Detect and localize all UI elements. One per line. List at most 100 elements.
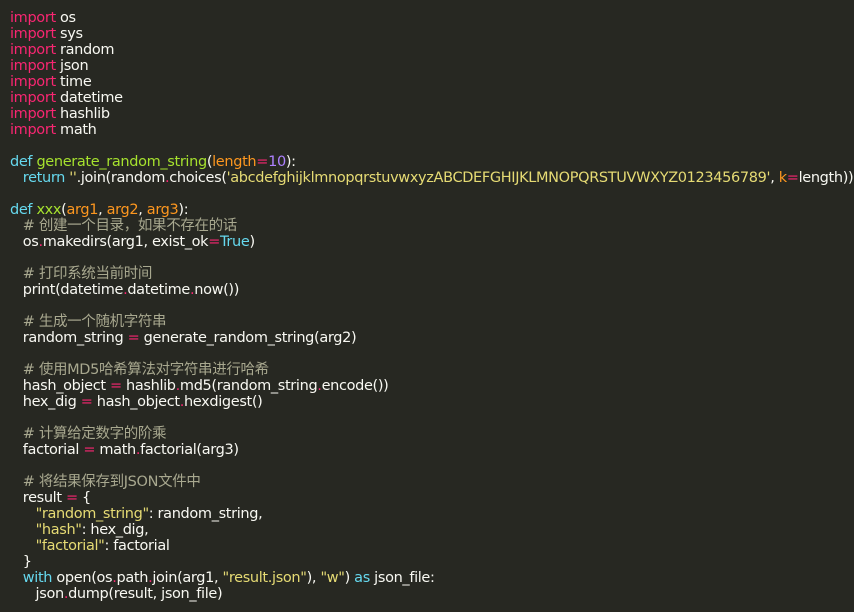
code-token: = [80,394,93,410]
code-line: # 打印系统当前时间 [10,266,854,282]
code-token: arg3 [146,202,179,218]
code-token: os [55,10,76,26]
code-line: with open(os.path.join(arg1, "result.jso… [10,570,854,586]
code-token: datetime [127,282,190,298]
code-line: import os [10,10,854,26]
code-token: True [220,234,250,250]
code-token: .join(random [76,170,166,186]
code-token: # 生成一个随机字符串 [22,314,167,330]
code-token: print(datetime [10,282,124,298]
code-token: dump(result, json_file) [68,586,223,602]
code-token: import [10,106,56,122]
code-token: # 使用MD5哈希算法对字符串进行哈希 [22,362,269,378]
code-line: # 将结果保存到JSON文件中 [10,474,854,490]
code-token: generate_random_string [36,154,207,170]
code-editor[interactable]: import os import sys import random import j… [0,0,854,612]
code-token: math [55,122,97,138]
code-token: # 将结果保存到JSON文件中 [22,474,201,490]
code-line: def generate_random_string(length=10): [10,154,854,170]
code-line: # 使用MD5哈希算法对字符串进行哈希 [10,362,854,378]
code-token: # 计算给定数字的阶乘 [22,426,167,442]
code-token: "factorial" [35,538,105,554]
code-token: ) [249,234,255,250]
code-token: json [10,586,65,602]
code-token: : hex_dig, [81,522,149,538]
code-token: import [10,122,56,138]
code-token: ), [306,570,321,586]
code-token: length)) [798,170,854,186]
code-token: 10 [268,154,286,170]
code-token: k [778,170,787,186]
code-token: hash_object [92,394,180,410]
code-line: "random_string": random_string, [10,506,854,522]
code-token: now()) [194,282,240,298]
code-token: import [10,42,56,58]
code-token: join(arg1, [152,570,223,586]
code-token: def [10,202,33,218]
code-token: factorial(arg3) [140,442,239,458]
code-line: import math [10,122,854,138]
code-token: encode()) [321,378,389,394]
code-token: os [10,234,39,250]
code-line: import random [10,42,854,58]
code-token: = [786,170,799,186]
code-token: json [55,58,89,74]
code-line: os.makedirs(arg1, exist_ok=True) [10,234,854,250]
code-token: } [10,554,32,570]
code-token: , [98,202,107,218]
code-token: import [10,74,56,90]
code-line: hash_object = hashlib.md5(random_string.… [10,378,854,394]
code-line: import time [10,74,854,90]
code-token: '' [69,170,77,186]
code-token: = [109,378,122,394]
code-token: arg1 [66,202,99,218]
code-token: with [22,570,53,586]
code-token: ): [285,154,296,170]
code-token: { [77,490,91,506]
code-token: : factorial [104,538,170,554]
code-token: import [10,90,56,106]
code-token: import [10,10,56,26]
code-token: choices( [169,170,227,186]
code-token: return [22,170,66,186]
code-token: = [65,490,78,506]
code-token: path [116,570,149,586]
code-line: import sys [10,26,854,42]
code-token: time [55,74,92,90]
code-line: result = { [10,490,854,506]
code-token: "random_string" [35,506,150,522]
code-token: "hash" [35,522,82,538]
code-token: length [212,154,257,170]
code-token: hashlib [121,378,176,394]
code-line: # 生成一个随机字符串 [10,314,854,330]
code-token: datetime [55,90,123,106]
code-line: import hashlib [10,106,854,122]
code-token: = [256,154,269,170]
code-token: , [138,202,147,218]
code-token: , [770,170,779,186]
code-token: # 创建一个目录，如果不存在的话 [22,218,238,234]
code-line: } [10,554,854,570]
code-token: random_string [10,330,128,346]
code-line: json.dump(result, json_file) [10,586,854,602]
code-token: = [208,234,221,250]
code-line: print(datetime.datetime.now()) [10,282,854,298]
code-token: : random_string, [148,506,263,522]
code-token: factorial [10,442,84,458]
code-token: # 打印系统当前时间 [22,266,153,282]
